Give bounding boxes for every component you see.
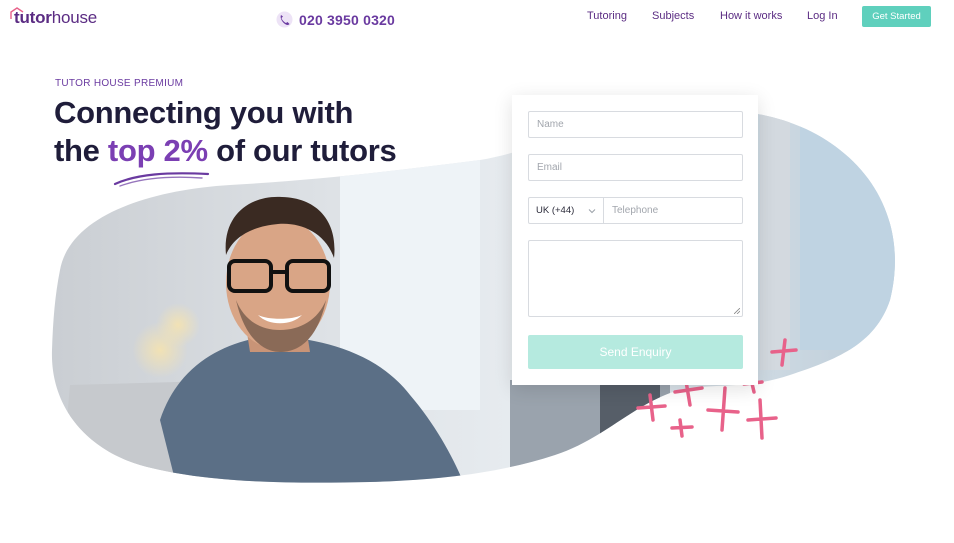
country-code-value: UK (+44) [536, 205, 575, 216]
send-enquiry-button[interactable]: Send Enquiry [528, 335, 743, 369]
name-placeholder: Name [537, 119, 564, 130]
headline-line-2-post: of our tutors [207, 133, 397, 168]
telephone-group: UK (+44) Telephone [528, 197, 743, 224]
resize-grip-icon[interactable] [734, 308, 740, 314]
headline-accent: top 2% [107, 133, 208, 168]
phone-contact[interactable]: 020 3950 0320 [276, 11, 395, 28]
headline-line-2-pre: the [54, 133, 108, 168]
hero-headline: Connecting you with the top 2% of our tu… [54, 94, 397, 170]
phone-icon [276, 11, 293, 28]
phone-number: 020 3950 0320 [299, 11, 396, 28]
hero-eyebrow: TUTOR HOUSE PREMIUM [55, 78, 184, 89]
house-logo-icon [10, 7, 24, 19]
scribble-underline [113, 172, 210, 187]
nav-how-it-works[interactable]: How it works [720, 10, 782, 22]
tutorhouse-logo[interactable]: tutorhouse [10, 7, 97, 29]
logo-suffix: house [51, 8, 98, 27]
nav-subjects[interactable]: Subjects [652, 10, 694, 22]
nav-log-in[interactable]: Log In [807, 10, 838, 22]
message-textarea[interactable] [528, 240, 743, 317]
headline-line-1: Connecting you with [54, 95, 354, 130]
chevron-down-icon [588, 208, 596, 213]
email-placeholder: Email [537, 162, 563, 173]
enquiry-form: Name Email UK (+44) Telephone Send Enqui… [512, 95, 758, 385]
country-code-select[interactable]: UK (+44) [529, 198, 604, 223]
email-field[interactable]: Email [528, 154, 743, 181]
get-started-button[interactable]: Get Started [862, 6, 931, 27]
telephone-placeholder: Telephone [612, 205, 659, 216]
name-field[interactable]: Name [528, 111, 743, 138]
telephone-field[interactable]: Telephone [604, 198, 742, 223]
nav-tutoring[interactable]: Tutoring [587, 10, 627, 22]
